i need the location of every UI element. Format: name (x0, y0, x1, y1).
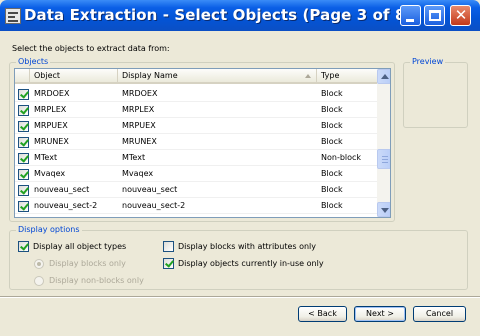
row-checkbox[interactable] (18, 89, 29, 100)
title-bar: Data Extraction - Select Objects (Page 3… (0, 0, 480, 31)
row-checkbox[interactable] (18, 185, 29, 196)
maximize-button[interactable] (424, 5, 445, 26)
objects-in-use-label[interactable]: Display objects currently in-use only (178, 258, 324, 270)
type-cell: Block (321, 121, 343, 130)
minimize-button[interactable] (400, 5, 421, 26)
type-cell: Block (321, 185, 343, 194)
type-cell: Block (321, 105, 343, 114)
instruction-text: Select the objects to extract data from: (12, 44, 170, 53)
row-checkbox[interactable] (18, 121, 29, 132)
table-row[interactable]: Mvaqex Mvaqex Block (15, 166, 377, 182)
table-row[interactable]: MRPUEX MRPUEX Block (15, 118, 377, 134)
display-blocks-only-radio (34, 259, 44, 269)
display-name-cell[interactable]: MRUNEX (122, 134, 317, 150)
preview-group-label: Preview (410, 57, 446, 66)
scroll-up-button[interactable] (377, 69, 390, 84)
table-row[interactable]: MRUNEX MRUNEX Block (15, 134, 377, 150)
vertical-scrollbar[interactable] (377, 69, 390, 217)
next-button[interactable]: Next > (354, 306, 406, 322)
object-cell: MRPLEX (34, 105, 67, 114)
object-cell: MRPUEX (34, 121, 68, 130)
objects-group-label: Objects (16, 57, 51, 66)
display-name-cell[interactable]: MRPLEX (122, 102, 317, 118)
preview-group: Preview (403, 57, 468, 128)
row-checkbox[interactable] (18, 201, 29, 212)
type-cell: Block (321, 169, 343, 178)
table-row[interactable]: nouveau_sect-2 nouveau_sect-2 Block (15, 198, 377, 214)
table-body: MRDOEX MRDOEX Block MRPLEX MRPLEX Block … (15, 86, 377, 214)
scroll-down-button[interactable] (377, 202, 390, 217)
type-cell: Non-block (321, 153, 362, 162)
display-name-cell[interactable]: MRPUEX (122, 118, 317, 134)
close-icon: ✕ (454, 6, 468, 24)
table-header: Object Display Name Type (15, 69, 377, 84)
table-row[interactable]: MRDOEX MRDOEX Block (15, 86, 377, 102)
display-name-cell[interactable]: nouveau_sect (122, 182, 317, 198)
type-cell: Block (321, 201, 343, 210)
table-row[interactable]: nouveau_sect nouveau_sect Block (15, 182, 377, 198)
arrow-up-icon (381, 74, 389, 79)
display-nonblocks-only-radio (34, 276, 44, 286)
row-checkbox[interactable] (18, 105, 29, 116)
arrow-down-icon (381, 208, 389, 213)
object-cell: nouveau_sect (34, 185, 90, 194)
display-name-cell[interactable]: MRDOEX (122, 86, 317, 102)
display-blocks-only-label: Display blocks only (49, 259, 126, 268)
header-display-name-label: Display Name (122, 71, 178, 80)
type-cell: Block (321, 137, 343, 146)
display-all-types-checkbox[interactable] (18, 241, 29, 252)
blocks-with-attributes-label[interactable]: Display blocks with attributes only (178, 241, 316, 253)
display-name-cell[interactable]: Mvaqex (122, 166, 317, 182)
table-row[interactable]: MRPLEX MRPLEX Block (15, 102, 377, 118)
display-name-cell[interactable]: nouveau_sect-2 (122, 198, 317, 214)
type-cell: Block (321, 89, 343, 98)
row-checkbox[interactable] (18, 169, 29, 180)
objects-table: Object Display Name Type MRDOEX MRDOEX B… (14, 68, 391, 218)
header-object[interactable]: Object (30, 69, 118, 84)
header-type[interactable]: Type (317, 69, 377, 84)
display-options-label: Display options (16, 225, 82, 234)
maximize-icon (429, 10, 441, 21)
row-checkbox[interactable] (18, 153, 29, 164)
cancel-button[interactable]: Cancel (413, 306, 466, 322)
close-button[interactable]: ✕ (450, 5, 471, 26)
header-display-name[interactable]: Display Name (118, 69, 317, 84)
sort-ascending-icon (305, 74, 311, 78)
object-cell: MText (34, 153, 58, 162)
object-cell: MRUNEX (34, 137, 69, 146)
display-nonblocks-only-label: Display non-blocks only (49, 276, 144, 285)
object-cell: nouveau_sect-2 (34, 201, 98, 210)
display-all-types-label[interactable]: Display all object types (33, 241, 126, 253)
back-button[interactable]: < Back (298, 306, 347, 322)
row-checkbox[interactable] (18, 137, 29, 148)
object-cell: Mvaqex (34, 169, 66, 178)
header-checkbox-column[interactable] (15, 69, 30, 84)
window-title: Data Extraction - Select Objects (Page 3… (24, 6, 413, 24)
table-row[interactable]: MText MText Non-block (15, 150, 377, 166)
object-cell: MRDOEX (34, 89, 70, 98)
button-separator (0, 296, 480, 298)
app-icon (5, 8, 21, 24)
objects-in-use-checkbox[interactable] (163, 258, 174, 269)
display-name-cell[interactable]: MText (122, 150, 317, 166)
blocks-with-attributes-checkbox[interactable] (163, 241, 174, 252)
scroll-thumb[interactable] (377, 149, 390, 169)
minimize-icon (406, 19, 414, 22)
